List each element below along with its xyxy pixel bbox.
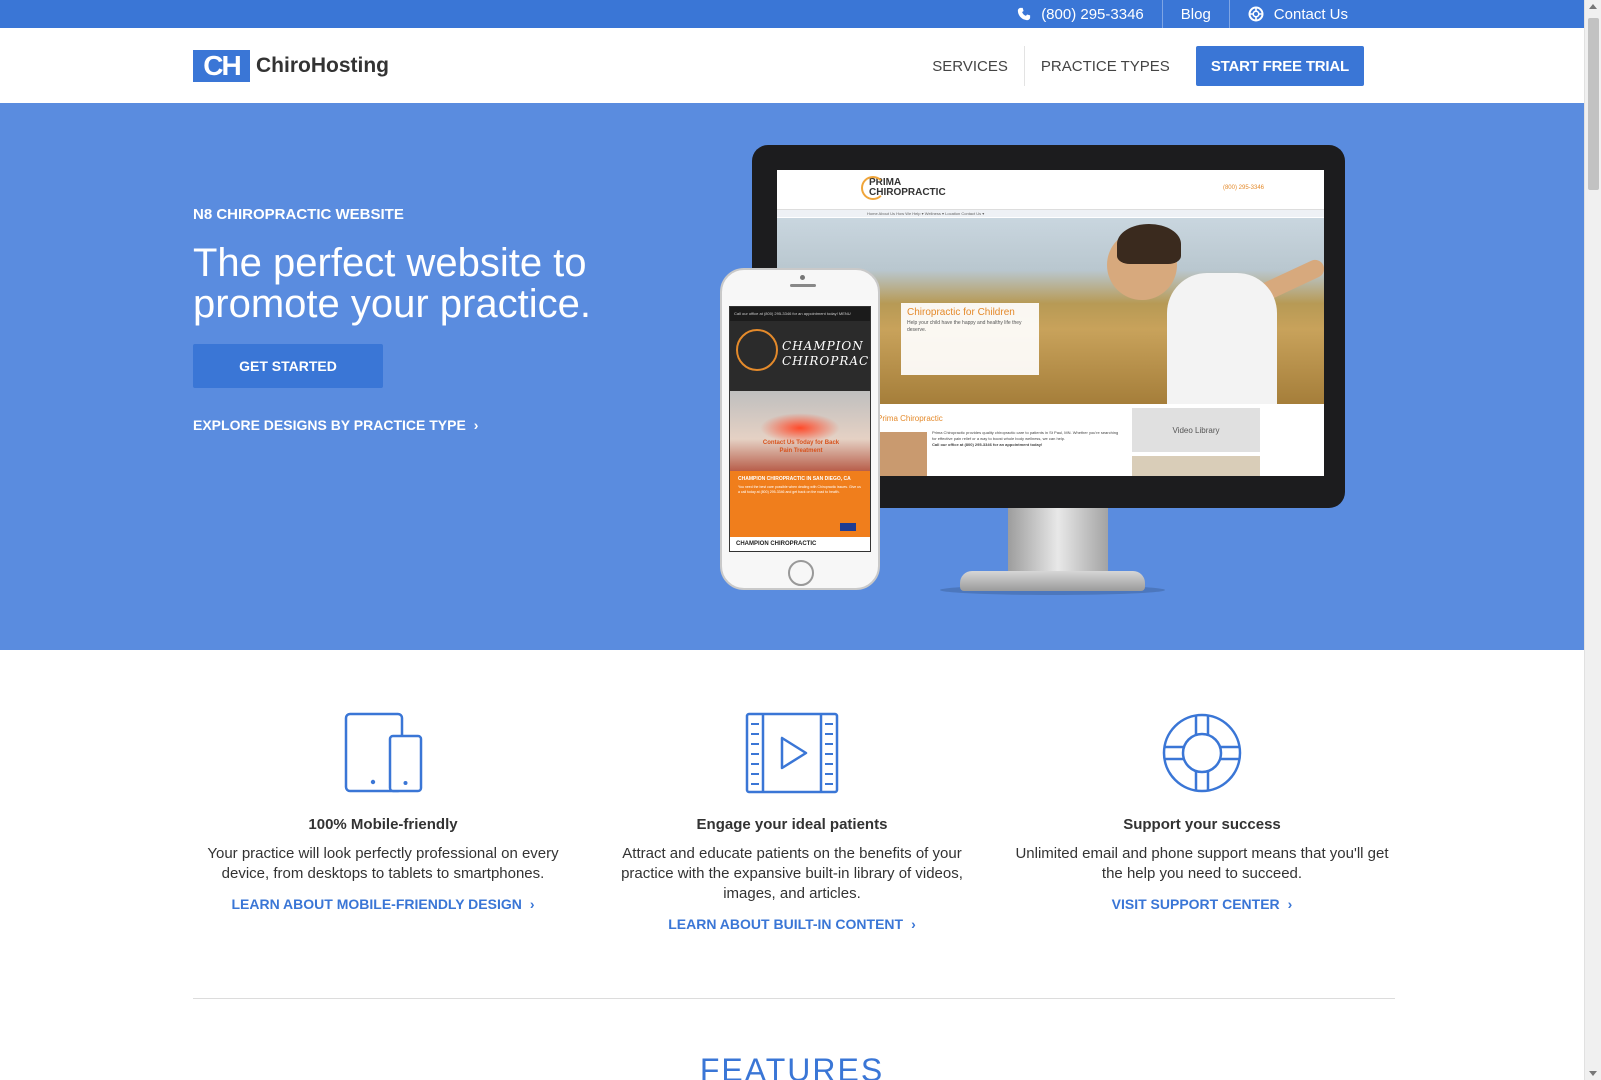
phone-camera [800, 275, 805, 280]
logo-mark: CH [193, 50, 250, 82]
logo-text: ChiroHosting [256, 54, 389, 77]
explore-designs-link[interactable]: EXPLORE DESIGNS BY PRACTICE TYPE › [193, 417, 478, 433]
mockup-site-nav: Home About Us How We Help ▾ Wellness ▾ L… [777, 210, 1324, 217]
feature-mobile-friendly: 100% Mobile-friendly Your practice will … [193, 712, 573, 914]
mockup-mobile-image: Contact Us Today for Back Pain Treatment [730, 391, 870, 471]
contact-link[interactable]: Contact Us [1230, 0, 1366, 28]
mockup-mobile-panel: CHAMPION CHIROPRACTIC IN SAN DIEGO, CA Y… [730, 471, 870, 537]
phone-number: (800) 295-3346 [1041, 5, 1144, 23]
mockup-video-library: Video Library [1132, 408, 1260, 452]
feature-link-label: LEARN ABOUT BUILT-IN CONTENT [668, 916, 904, 932]
mockup-section-text: Prima Chiropractic provides quality chir… [932, 430, 1122, 448]
mockup-section-body: Prima Chiropractic provides quality chir… [932, 430, 1119, 441]
mockup-video-thumb [1132, 456, 1260, 476]
mockup-mobile-topbar: Call our office at (800) 295-3346 for an… [730, 307, 870, 321]
section-divider [193, 998, 1395, 999]
utility-bar: (800) 295-3346 Blog Contact Us [0, 0, 1584, 28]
explore-designs-label: EXPLORE DESIGNS BY PRACTICE TYPE [193, 417, 466, 433]
monitor-base [960, 571, 1145, 591]
mockup-photo-shape [1117, 224, 1181, 264]
hero-section: N8 CHIROPRACTIC WEBSITE The perfect webs… [0, 103, 1584, 650]
basketball-icon [736, 329, 778, 371]
feature-title: 100% Mobile-friendly [308, 816, 458, 833]
logo[interactable]: CH ChiroHosting [193, 50, 389, 82]
phone-icon [1018, 7, 1031, 21]
contact-label: Contact Us [1273, 5, 1348, 23]
chevron-right-icon: › [473, 417, 479, 433]
site-header: CH ChiroHosting SERVICES PRACTICE TYPES … [0, 28, 1584, 103]
learn-mobile-friendly-link[interactable]: LEARN ABOUT MOBILE-FRIENDLY DESIGN › [231, 896, 534, 912]
nav-practice-types[interactable]: PRACTICE TYPES [1025, 46, 1186, 86]
phone-link[interactable]: (800) 295-3346 [999, 0, 1162, 28]
feature-text: Your practice will look perfectly profes… [207, 845, 559, 882]
nav-services[interactable]: SERVICES [916, 46, 1024, 86]
phone-mockup-screen: Call our office at (800) 295-3346 for an… [729, 306, 871, 552]
feature-title: Support your success [1123, 816, 1281, 833]
main-nav: SERVICES PRACTICE TYPES START FREE TRIAL [916, 46, 1364, 86]
feature-engage-patients: Engage your ideal patients Attract and e… [602, 712, 982, 934]
feature-text: Attract and educate patients on the bene… [621, 845, 963, 902]
mockup-section-title: Prima Chiropractic [877, 414, 943, 423]
feature-text: Unlimited email and phone support means … [1015, 845, 1389, 882]
mockup-mobile-more-button [840, 523, 856, 531]
phone-mockup: Call our office at (800) 295-3346 for an… [720, 268, 880, 590]
feature-title: Engage your ideal patients [696, 816, 888, 833]
chevron-right-icon: › [529, 896, 535, 912]
blog-link[interactable]: Blog [1163, 0, 1229, 28]
learn-built-in-content-link[interactable]: LEARN ABOUT BUILT-IN CONTENT › [668, 916, 916, 932]
mockup-card-title: Chiropractic for Children [907, 307, 1015, 318]
visit-support-center-link[interactable]: VISIT SUPPORT CENTER › [1112, 896, 1293, 912]
lifebuoy-icon [1162, 713, 1242, 793]
start-free-trial-button[interactable]: START FREE TRIAL [1195, 46, 1364, 86]
feature-link-label: LEARN ABOUT MOBILE-FRIENDLY DESIGN [231, 896, 522, 912]
mockup-thumbnail [877, 432, 927, 476]
mockup-hero-card: Chiropractic for Children Help your chil… [901, 303, 1039, 375]
mockup-mobile-logo: CHAMPION CHIROPRACTIC [730, 321, 870, 391]
vertical-scrollbar[interactable] [1584, 0, 1601, 1080]
mockup-site-phone: (800) 295-3346 [1222, 185, 1264, 191]
hero-headline: The perfect website to promote your prac… [193, 241, 591, 326]
mockup-mobile-panel-title: CHAMPION CHIROPRACTIC IN SAN DIEGO, CA [738, 476, 851, 482]
mockup-mobile-name-1: CHAMPION [782, 339, 864, 353]
scroll-down-arrow-icon[interactable] [1589, 1071, 1597, 1076]
features-section-title: FEATURES [699, 1052, 885, 1080]
chevron-right-icon: › [911, 916, 916, 932]
mockup-site-header: PRIMA CHIROPRACTIC (800) 295-3346 [777, 170, 1324, 210]
feature-link-label: VISIT SUPPORT CENTER [1111, 896, 1280, 912]
mockup-mobile-panel-text: You need the best care possible when dea… [738, 485, 861, 494]
utility-links: (800) 295-3346 Blog Contact Us [999, 0, 1366, 28]
scrollbar-thumb[interactable] [1588, 18, 1599, 190]
mockup-site-logo: PRIMA CHIROPRACTIC [861, 176, 946, 200]
mockup-photo-shape [1167, 273, 1277, 404]
mockup-logo-ring [861, 176, 885, 200]
lifebuoy-small-icon [1248, 6, 1264, 22]
film-play-icon [745, 712, 839, 794]
mockup-card-text: Help your child have the happy and healt… [907, 320, 1022, 333]
phone-home-button [788, 560, 814, 586]
devices-icon [344, 712, 423, 793]
mockup-mobile-name-2: CHIROPRACTIC [782, 354, 870, 368]
mockup-mobile-footer: CHAMPION CHIROPRACTIC [730, 537, 870, 551]
hero-eyebrow: N8 CHIROPRACTIC WEBSITE [193, 206, 404, 223]
scroll-up-arrow-icon[interactable] [1589, 4, 1597, 9]
phone-speaker [790, 284, 816, 287]
get-started-button[interactable]: GET STARTED [193, 344, 383, 388]
mockup-mobile-caption: Contact Us Today for Back Pain Treatment [762, 440, 840, 454]
feature-support: Support your success Unlimited email and… [1012, 712, 1392, 914]
mockup-section-call: Call our office at (800) 295-3346 for an… [932, 442, 1043, 447]
mockup-mobile-name: CHAMPION CHIROPRACTIC [782, 339, 870, 369]
chevron-right-icon: › [1287, 896, 1293, 912]
